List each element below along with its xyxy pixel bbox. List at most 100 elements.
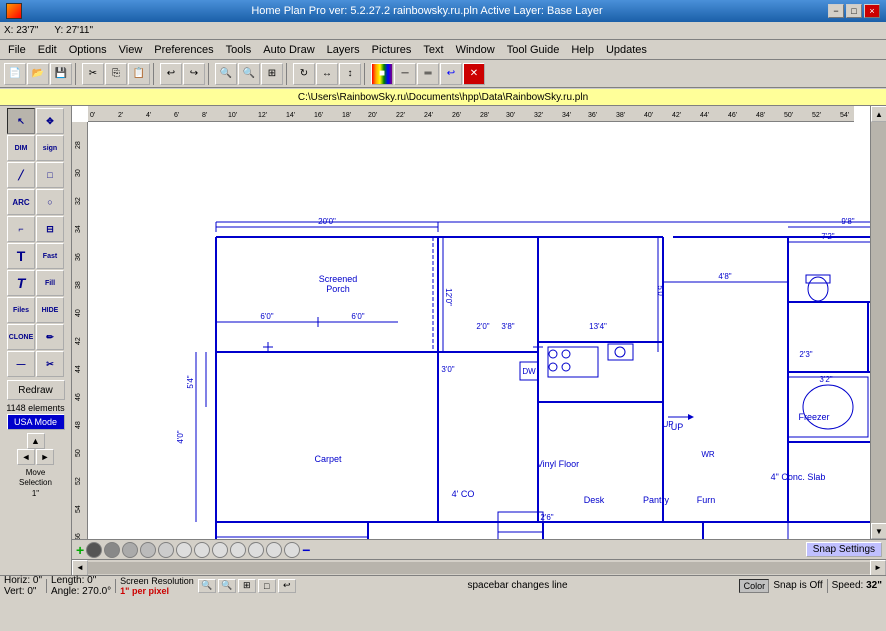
sign-tool[interactable]: sign — [36, 135, 64, 161]
zoom-in-button[interactable]: 🔍 — [215, 63, 237, 85]
menu-item-preferences[interactable]: Preferences — [148, 42, 219, 58]
arc-tool[interactable]: ARC — [7, 189, 35, 215]
dot7[interactable] — [194, 542, 210, 558]
flip-button[interactable]: ↔ — [316, 63, 338, 85]
rotate-button[interactable]: ↻ — [293, 63, 315, 85]
zoom-in-status[interactable]: 🔍 — [218, 579, 236, 593]
scroll-track-vertical[interactable] — [871, 122, 886, 523]
speed-display: Speed: 32" — [832, 580, 882, 591]
svg-text:4'8": 4'8" — [718, 272, 731, 281]
dim-tool[interactable]: DIM — [7, 135, 35, 161]
nav-right-button[interactable]: ► — [36, 449, 54, 465]
minimize-button[interactable]: − — [828, 4, 844, 18]
redo-button[interactable]: ↪ — [183, 63, 205, 85]
zoom-prev-status[interactable]: ↩ — [278, 579, 296, 593]
dot10[interactable] — [248, 542, 264, 558]
zoom-out-button[interactable]: 🔍 — [238, 63, 260, 85]
dot2[interactable] — [104, 542, 120, 558]
files-tool[interactable]: Files — [7, 297, 35, 323]
canvas-area[interactable]: 0' 2' 4' 6' 8' 10' 12' 14' 16' 18' 20' 2… — [72, 106, 870, 539]
circle-tool[interactable]: ○ — [36, 189, 64, 215]
zoom-window-status[interactable]: □ — [258, 579, 276, 593]
titlebar: Home Plan Pro ver: 5.2.27.2 rainbowsky.r… — [0, 0, 886, 22]
zoom-out-status[interactable]: 🔍 — [198, 579, 216, 593]
line-style[interactable]: ─ — [394, 63, 416, 85]
dot11[interactable] — [266, 542, 282, 558]
scroll-track-horizontal[interactable] — [88, 562, 870, 574]
cancel-button[interactable]: ✕ — [463, 63, 485, 85]
svg-text:Freezer: Freezer — [798, 412, 829, 422]
paste-button[interactable]: 📋 — [128, 63, 150, 85]
usa-mode-button[interactable]: USA Mode — [7, 414, 65, 430]
move-button[interactable]: ↕ — [339, 63, 361, 85]
open-button[interactable]: 📂 — [27, 63, 49, 85]
zoom-minus-button[interactable]: − — [302, 542, 310, 558]
menu-item-tools[interactable]: Tools — [220, 42, 258, 58]
snap-settings-button[interactable]: Snap Settings — [806, 542, 882, 557]
dot4[interactable] — [140, 542, 156, 558]
menu-item-file[interactable]: File — [2, 42, 32, 58]
menu-item-help[interactable]: Help — [565, 42, 600, 58]
nav-left-button[interactable]: ◄ — [17, 449, 35, 465]
menu-item-edit[interactable]: Edit — [32, 42, 63, 58]
undo-toolbar[interactable]: ↩ — [440, 63, 462, 85]
trim-tool[interactable]: — — [7, 351, 35, 377]
dot5[interactable] — [158, 542, 174, 558]
trim2-tool[interactable]: ✂ — [36, 351, 64, 377]
hide-tool[interactable]: HIDE — [36, 297, 64, 323]
statusbar: Horiz: 0" Vert: 0" Length: 0" Angle: 270… — [0, 575, 886, 595]
fast-tool[interactable]: Fast — [36, 243, 64, 269]
color-button[interactable]: Color — [739, 579, 769, 593]
line-width[interactable]: ═ — [417, 63, 439, 85]
menu-item-window[interactable]: Window — [450, 42, 501, 58]
clone-tool[interactable]: CLONE — [7, 324, 35, 350]
menu-item-auto-draw[interactable]: Auto Draw — [257, 42, 320, 58]
bottom-scrollbar: ◄ ► — [72, 559, 886, 575]
bold-text-tool[interactable]: T — [7, 270, 35, 296]
dot3[interactable] — [122, 542, 138, 558]
copy-button[interactable]: ⎘ — [105, 63, 127, 85]
window-tool[interactable]: ⊟ — [36, 216, 64, 242]
move-tool[interactable]: ✥ — [36, 108, 64, 134]
zoom-fit-button[interactable]: ⊞ — [261, 63, 283, 85]
color-picker[interactable]: ■ — [371, 63, 393, 85]
left-toolbar: ↖ ✥ DIM sign ╱ □ ARC ○ ⌐ ⊟ T Fast T Fill… — [0, 106, 72, 575]
select-tool[interactable]: ↖ — [7, 108, 35, 134]
scroll-down-button[interactable]: ▼ — [871, 523, 886, 539]
dot8[interactable] — [212, 542, 228, 558]
door-tool[interactable]: ⌐ — [7, 216, 35, 242]
scroll-up-button[interactable]: ▲ — [871, 106, 886, 122]
nav-up-button[interactable]: ▲ — [27, 433, 45, 449]
menu-item-updates[interactable]: Updates — [600, 42, 653, 58]
menu-item-tool-guide[interactable]: Tool Guide — [501, 42, 566, 58]
dot6[interactable] — [176, 542, 192, 558]
dot1[interactable] — [86, 542, 102, 558]
maximize-button[interactable]: □ — [846, 4, 862, 18]
undo-button[interactable]: ↩ — [160, 63, 182, 85]
redraw-button[interactable]: Redraw — [7, 380, 65, 400]
rect-tool[interactable]: □ — [36, 162, 64, 188]
svg-text:52': 52' — [812, 112, 821, 119]
zoom-fit-status[interactable]: ⊞ — [238, 579, 256, 593]
svg-text:50': 50' — [784, 112, 793, 119]
menu-item-pictures[interactable]: Pictures — [366, 42, 418, 58]
save-button[interactable]: 💾 — [50, 63, 72, 85]
scroll-right-button[interactable]: ► — [870, 560, 886, 576]
dot12[interactable] — [284, 542, 300, 558]
svg-text:46': 46' — [728, 112, 737, 119]
menu-item-view[interactable]: View — [113, 42, 149, 58]
close-button[interactable]: × — [864, 4, 880, 18]
menu-item-text[interactable]: Text — [417, 42, 449, 58]
fill-tool[interactable]: Fill — [36, 270, 64, 296]
menu-item-layers[interactable]: Layers — [321, 42, 366, 58]
menu-item-options[interactable]: Options — [63, 42, 113, 58]
line-tool[interactable]: ╱ — [7, 162, 35, 188]
floor-plan-drawing[interactable]: .wall { stroke: #0000cc; stroke-width: 2… — [88, 122, 870, 539]
eraser-tool[interactable]: ✏ — [36, 324, 64, 350]
new-button[interactable]: 📄 — [4, 63, 26, 85]
dot9[interactable] — [230, 542, 246, 558]
zoom-plus-button[interactable]: + — [76, 542, 84, 558]
text-tool[interactable]: T — [7, 243, 35, 269]
scroll-left-button[interactable]: ◄ — [72, 560, 88, 576]
cut-button[interactable]: ✂ — [82, 63, 104, 85]
